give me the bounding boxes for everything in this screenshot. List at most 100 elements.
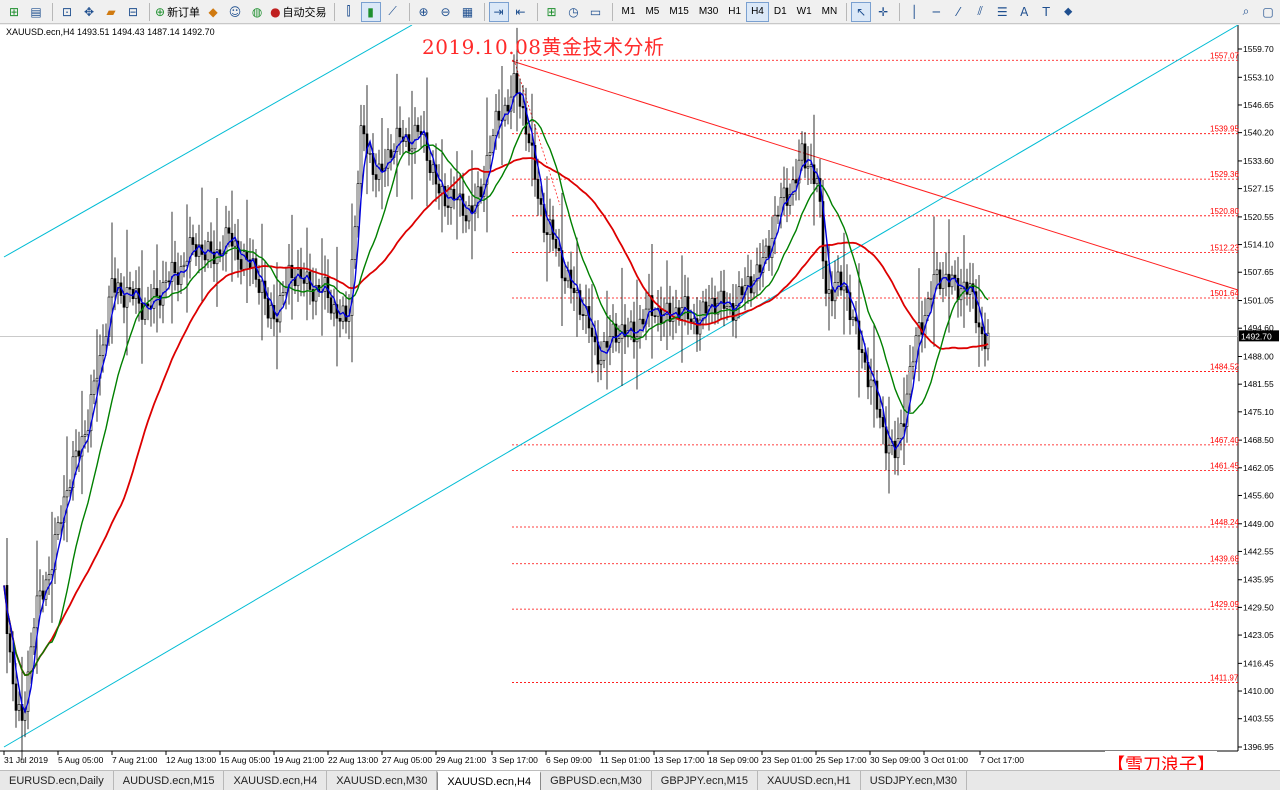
bearish-candle <box>191 237 195 245</box>
bearish-candle <box>824 260 828 294</box>
fibonacci-button[interactable]: ☰ <box>992 2 1012 22</box>
diamond-icon: ◆ <box>208 4 218 19</box>
data-window-button[interactable]: ✥ <box>79 2 99 22</box>
tab-eurusd-daily[interactable]: EURUSD.ecn,Daily <box>0 771 114 790</box>
chart-window[interactable]: 1559.70 1553.10 1546.65 1540.20 1533.60 1527.… <box>0 25 1280 777</box>
bearish-candle <box>14 683 18 711</box>
candlestick-icon: ▮ <box>367 4 374 19</box>
tab-gbpusd-m30[interactable]: GBPUSD.ecn,M30 <box>541 771 652 790</box>
timeframe-m30[interactable]: M30 <box>694 2 723 22</box>
bullish-candle <box>110 278 114 298</box>
bearish-candle <box>122 295 126 308</box>
signals-button[interactable]: ◍ <box>247 2 267 22</box>
price-axis-label: 1559.70 <box>1243 44 1274 54</box>
timeframe-h1[interactable]: H1 <box>723 2 746 22</box>
terminal-button[interactable]: ⊟ <box>123 2 143 22</box>
trendline-button[interactable]: ⁄ <box>948 2 968 22</box>
price-axis-label: 1449.00 <box>1243 519 1274 529</box>
candlestick-button[interactable]: ▮ <box>360 1 381 22</box>
time-axis-label: 23 Sep 01:00 <box>762 755 813 765</box>
arrows-button[interactable]: ⬥ <box>1058 2 1078 22</box>
periods-button[interactable]: ◷ <box>564 2 584 22</box>
tab-xauusd-h1[interactable]: XAUUSD.ecn,H1 <box>758 771 861 790</box>
profiles-button[interactable]: ▤ <box>26 2 46 22</box>
tab-audusd-m15[interactable]: AUDUSD.ecn,M15 <box>114 771 225 790</box>
tile-windows-button[interactable]: ▦ <box>458 2 478 22</box>
tab-xauusd-h4-active[interactable]: XAUUSD.ecn,H4 <box>437 771 542 790</box>
market-watch-button[interactable]: ⊡ <box>57 2 77 22</box>
timeframe-m15[interactable]: M15 <box>664 2 693 22</box>
vertical-line-button[interactable]: │ <box>904 2 924 22</box>
bearish-candle <box>275 318 279 323</box>
level-label: 1439.68 <box>1210 555 1239 564</box>
timeframe-m5[interactable]: M5 <box>640 2 664 22</box>
text-label-button[interactable]: T <box>1036 2 1056 22</box>
autotrading-label: 自动交易 <box>282 5 327 19</box>
bearish-candle <box>497 110 501 121</box>
level-label: 1484.52 <box>1210 362 1239 371</box>
chat-button[interactable]: ▢ <box>1258 2 1278 22</box>
bearish-candle <box>545 232 549 235</box>
bearish-candle <box>380 163 384 172</box>
bearish-candle <box>329 297 333 314</box>
bullish-candle <box>929 298 933 300</box>
timeframe-mn[interactable]: MN <box>817 2 843 22</box>
chart-shift-button[interactable]: ⇤ <box>511 2 531 22</box>
bullish-candle <box>842 285 846 291</box>
bearish-candle <box>536 179 540 199</box>
templates-button[interactable]: ▭ <box>586 2 606 22</box>
bullish-candle <box>410 148 414 152</box>
price-chart[interactable]: 1559.70 1553.10 1546.65 1540.20 1533.60 1527.… <box>0 25 1280 770</box>
autoscroll-button[interactable]: ⇥ <box>488 1 509 22</box>
bullish-candle <box>647 295 651 310</box>
bullish-candle <box>413 124 417 150</box>
new-order-button[interactable]: ⊕ 新订单 <box>154 2 201 22</box>
channel-upper-line <box>3 25 413 258</box>
bearish-candle <box>209 241 213 253</box>
bearish-candle <box>266 298 270 319</box>
bullish-candle <box>281 292 285 296</box>
new-chart-button[interactable]: ⊞ <box>4 2 24 22</box>
cursor-tool-button[interactable]: ↖ <box>851 1 872 22</box>
metaeditor-button[interactable]: ◆ <box>203 2 223 22</box>
fibonacci-icon: ☰ <box>996 4 1008 19</box>
bullish-candle <box>95 377 99 382</box>
toolbar-separator <box>536 2 538 21</box>
tab-xauusd-h4[interactable]: XAUUSD.ecn,H4 <box>224 771 328 790</box>
tab-usdjpy-m30[interactable]: USDJPY.ecn,M30 <box>861 771 968 790</box>
bearish-candle <box>830 289 834 302</box>
bullish-candle <box>806 166 810 169</box>
channel-button[interactable]: ⫽ <box>970 2 990 22</box>
zoom-in-button[interactable]: ⊕ <box>414 2 434 22</box>
bar-chart-button[interactable]: ⫿ <box>339 2 359 22</box>
horizontal-line-icon: ─ <box>932 4 940 19</box>
timeframe-w1[interactable]: W1 <box>792 2 817 22</box>
crosshair-icon: ✛ <box>878 4 889 19</box>
price-axis-label: 1410.00 <box>1243 686 1274 696</box>
time-axis-label: 6 Sep 09:00 <box>546 755 592 765</box>
bullish-candle <box>599 359 603 365</box>
level-label: 1501.64 <box>1210 289 1239 298</box>
horizontal-line-button[interactable]: ─ <box>926 2 946 22</box>
search-button[interactable]: ⌕ <box>1236 2 1256 22</box>
template-icon: ▭ <box>589 4 602 19</box>
price-axis-label: 1507.65 <box>1243 267 1274 277</box>
bearish-candle <box>953 274 957 279</box>
navigator-button[interactable]: ▰ <box>101 2 121 22</box>
text-button[interactable]: A <box>1014 2 1034 22</box>
tab-xauusd-m30[interactable]: XAUUSD.ecn,M30 <box>327 771 438 790</box>
bullish-candle <box>911 361 915 367</box>
bearish-candle <box>977 322 981 328</box>
indicators-button[interactable]: ⊞ <box>542 2 562 22</box>
autotrading-button[interactable]: ● 自动交易 <box>269 2 327 22</box>
crosshair-tool-button[interactable]: ✛ <box>873 2 893 22</box>
tab-gbpjpy-m15[interactable]: GBPJPY.ecn,M15 <box>652 771 759 790</box>
timeframe-d1[interactable]: D1 <box>769 2 792 22</box>
strategy-tester-button[interactable]: ☺ <box>225 2 245 22</box>
bearish-candle <box>878 408 882 418</box>
timeframe-h4[interactable]: H4 <box>746 1 769 22</box>
line-chart-button[interactable]: ⟋ <box>383 2 403 22</box>
zoom-out-button[interactable]: ⊖ <box>436 2 456 22</box>
chart-info-label: XAUUSD.ecn,H4 1493.51 1494.43 1487.14 14… <box>6 27 215 37</box>
timeframe-m1[interactable]: M1 <box>617 2 641 22</box>
